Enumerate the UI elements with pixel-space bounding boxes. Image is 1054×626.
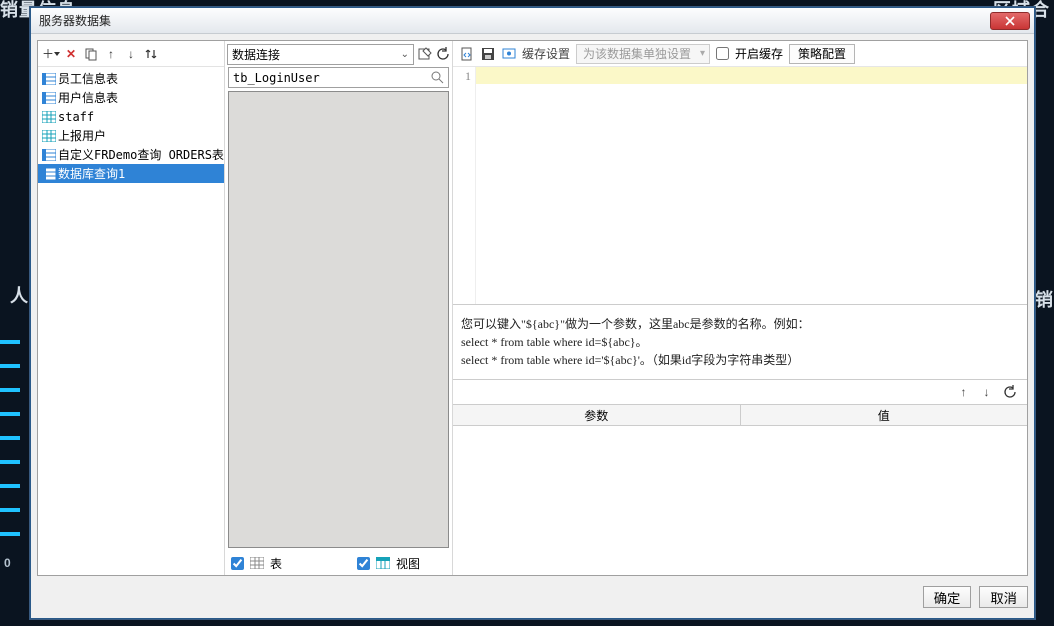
right-panel: 缓存设置 为该数据集单独设置 开启缓存 策略配置 1 您可以键入: [453, 41, 1027, 575]
param-table-body[interactable]: [453, 426, 1027, 575]
search-box[interactable]: [228, 67, 449, 88]
report-icon: [42, 73, 56, 85]
bg-text-lm: 人: [10, 282, 29, 308]
tree-item-label: 员工信息表: [58, 70, 118, 87]
dropdown-caret-icon: [54, 52, 60, 56]
chk-table[interactable]: [231, 557, 244, 570]
col-value: 值: [741, 405, 1028, 425]
param-table-header: 参数 值: [453, 404, 1027, 426]
tree-item-label: staff: [58, 110, 94, 124]
tree-item[interactable]: 用户信息表: [38, 88, 224, 107]
search-icon: [431, 71, 444, 84]
tree-item-label: 自定义FRDemo查询 ORDERS表: [58, 146, 224, 163]
connection-combo-label: 数据连接: [232, 46, 280, 63]
cache-scope-dropdown[interactable]: 为该数据集单独设置: [576, 44, 710, 64]
import-sql-button[interactable]: [459, 46, 474, 61]
dialog: 服务器数据集 ＋ ✕ ↑ ↓: [30, 7, 1035, 619]
add-button[interactable]: ＋: [42, 45, 60, 63]
middle-panel: 数据连接 ⌄: [225, 41, 453, 575]
tree-item[interactable]: 员工信息表: [38, 69, 224, 88]
chart-bars: [0, 340, 20, 556]
cache-label: 缓存设置: [522, 45, 570, 62]
table-icon: [42, 111, 56, 123]
refresh-button[interactable]: [435, 47, 450, 62]
preview-button[interactable]: [501, 46, 516, 61]
table-icon: [250, 557, 264, 569]
chk-table-label: 表: [270, 555, 282, 572]
cancel-button[interactable]: 取消: [979, 586, 1028, 608]
plus-icon: ＋: [42, 45, 54, 62]
enable-cache-label: 开启缓存: [735, 45, 783, 62]
connection-combo[interactable]: 数据连接 ⌄: [227, 44, 414, 65]
report-icon: [42, 149, 56, 161]
copy-button[interactable]: [82, 45, 100, 63]
left-toolbar: ＋ ✕ ↑ ↓: [38, 41, 224, 67]
hint-l3: select * from table where id='${abc}'。（如…: [461, 351, 1019, 369]
editor-gutter: 1: [453, 67, 476, 304]
report-icon: [42, 92, 56, 104]
tree-item-label: 上报用户: [58, 127, 106, 144]
sql-editor[interactable]: 1: [453, 67, 1027, 305]
mid-bottom: 表 视图: [225, 551, 452, 575]
tree-item[interactable]: 上报用户: [38, 126, 224, 145]
hint-l2: select * from table where id=${abc}。: [461, 333, 1019, 351]
report-icon: [42, 168, 56, 180]
move-down-button[interactable]: ↓: [122, 45, 140, 63]
tree-item[interactable]: staff: [38, 107, 224, 126]
view-icon: [376, 557, 390, 569]
delete-button[interactable]: ✕: [62, 45, 80, 63]
dialog-title: 服务器数据集: [31, 12, 990, 29]
tree-item-label: 用户信息表: [58, 89, 118, 106]
param-hint: 您可以键入"${abc}"做为一个参数，这里abc是参数的名称。例如： sele…: [453, 305, 1027, 380]
editor-current-line: [476, 67, 1027, 84]
sql-code-area[interactable]: [476, 67, 1027, 304]
chevron-down-icon: ⌄: [401, 49, 409, 60]
table-list[interactable]: [228, 91, 449, 548]
bg-zero: 0: [4, 556, 12, 570]
save-sql-button[interactable]: [480, 46, 495, 61]
search-input[interactable]: [233, 71, 431, 85]
param-toolbar: ↑ ↓: [453, 380, 1027, 404]
chk-view-label: 视图: [396, 555, 420, 572]
dialog-body: ＋ ✕ ↑ ↓ 员工信息表 用: [37, 40, 1028, 576]
move-up-button[interactable]: ↑: [102, 45, 120, 63]
table-icon: [42, 130, 56, 142]
strategy-button[interactable]: 策略配置: [789, 44, 855, 64]
hint-l1: 您可以键入"${abc}"做为一个参数，这里abc是参数的名称。例如：: [461, 315, 1019, 333]
param-up-button[interactable]: ↑: [956, 385, 971, 400]
titlebar[interactable]: 服务器数据集: [31, 8, 1034, 34]
cache-scope-value: 为该数据集单独设置: [583, 45, 691, 62]
close-button[interactable]: [990, 12, 1030, 30]
chk-view[interactable]: [357, 557, 370, 570]
bg-text-rm: 销: [1035, 286, 1054, 312]
dialog-footer: 确定 取消: [37, 582, 1028, 612]
col-param: 参数: [453, 405, 741, 425]
enable-cache-checkbox[interactable]: [716, 47, 729, 60]
gutter-line: 1: [453, 69, 471, 84]
tree-item-label: 数据库查询1: [58, 165, 125, 182]
param-down-button[interactable]: ↓: [979, 385, 994, 400]
edit-connection-button[interactable]: [417, 47, 432, 62]
mid-toolbar: 数据连接 ⌄: [225, 41, 452, 67]
ok-button[interactable]: 确定: [923, 586, 972, 608]
tree-item-selected[interactable]: 数据库查询1: [38, 164, 224, 183]
param-refresh-button[interactable]: [1002, 385, 1017, 400]
sort-button[interactable]: [142, 45, 160, 63]
left-panel: ＋ ✕ ↑ ↓ 员工信息表 用: [38, 41, 225, 575]
strategy-label: 策略配置: [798, 45, 846, 62]
dataset-tree: 员工信息表 用户信息表 staff 上报用户 自定义FRDemo查询 ORDER…: [38, 67, 224, 575]
right-toolbar: 缓存设置 为该数据集单独设置 开启缓存 策略配置: [453, 41, 1027, 67]
tree-item[interactable]: 自定义FRDemo查询 ORDERS表: [38, 145, 224, 164]
